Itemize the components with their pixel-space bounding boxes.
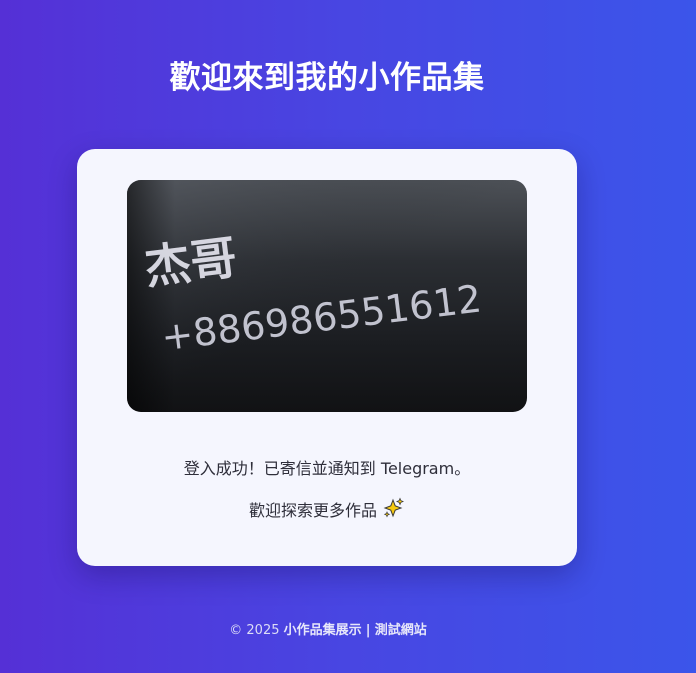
footer-site-tag: 測試網站: [374, 623, 427, 638]
card-photo: 杰哥 +886986551612: [127, 180, 527, 412]
welcome-card: 杰哥 +886986551612 登入成功！已寄信並通知到 Telegram。 …: [77, 149, 577, 566]
photo-graphic: 杰哥 +886986551612: [127, 180, 527, 412]
explore-message-text: 歡迎探索更多作品: [248, 501, 377, 520]
login-success-message: 登入成功！已寄信並通知到 Telegram。: [183, 459, 471, 478]
footer-copyright: © 2025: [229, 623, 280, 638]
footer-separator: |: [365, 623, 371, 638]
photo-name-text: 杰哥: [142, 230, 240, 295]
footer: © 2025 小作品集展示 | 測試網站: [0, 619, 656, 638]
page-title: 歡迎來到我的小作品集: [169, 60, 485, 96]
footer-site-name: 小作品集展示: [283, 623, 362, 638]
sparkles-icon: [383, 497, 405, 523]
explore-message: 歡迎探索更多作品: [77, 497, 577, 523]
